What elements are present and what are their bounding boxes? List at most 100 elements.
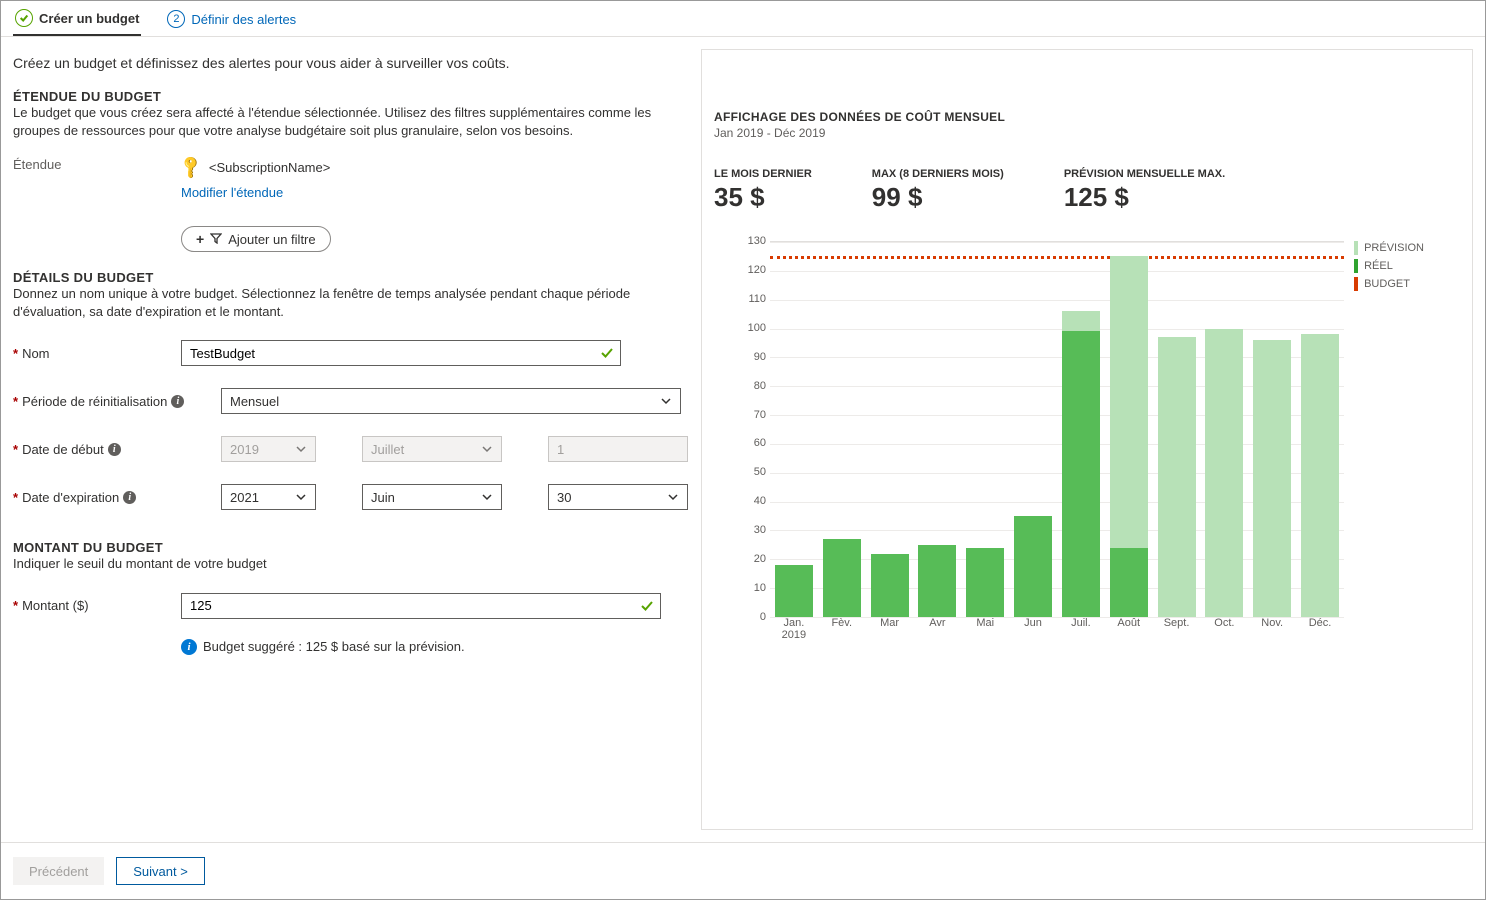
bar-real xyxy=(871,554,909,617)
bar-real xyxy=(775,565,813,617)
y-tick-label: 90 xyxy=(726,351,766,363)
check-icon xyxy=(15,9,33,27)
details-heading: DÉTAILS DU BUDGET xyxy=(13,270,689,285)
filter-icon xyxy=(210,232,222,247)
preview-title: AFFICHAGE DES DONNÉES DE COÛT MENSUEL xyxy=(714,110,1460,124)
plus-icon: + xyxy=(196,231,204,247)
tab-define-alerts[interactable]: 2 Définir des alertes xyxy=(165,1,298,36)
x-tick-label: Jun xyxy=(1014,617,1052,641)
end-year-select[interactable]: 2021 xyxy=(221,484,316,510)
x-tick-label: Déc. xyxy=(1301,617,1339,641)
bar-real xyxy=(966,548,1004,617)
y-tick-label: 60 xyxy=(726,437,766,449)
swatch-forecast xyxy=(1354,241,1358,255)
reset-label: Période de réinitialisation xyxy=(22,394,167,409)
x-tick-label: Avr xyxy=(918,617,956,641)
info-icon[interactable]: i xyxy=(108,443,121,456)
end-day-select[interactable]: 30 xyxy=(548,484,688,510)
bar-real xyxy=(1062,331,1100,617)
add-filter-label: Ajouter un filtre xyxy=(228,232,315,247)
x-tick-label: Août xyxy=(1110,617,1148,641)
x-tick-label: Fèv. xyxy=(823,617,861,641)
name-input[interactable] xyxy=(181,340,621,366)
bar-group xyxy=(1062,242,1100,617)
wizard-footer: Précédent Suivant > xyxy=(1,842,1485,899)
stat-max-label: MAX (8 DERNIERS MOIS) xyxy=(872,168,1004,180)
chevron-down-icon xyxy=(295,443,307,455)
stat-forecast-value: 125 $ xyxy=(1064,182,1225,213)
end-month-select[interactable]: Juin xyxy=(362,484,502,510)
name-label: Nom xyxy=(22,346,49,361)
start-label: Date de début xyxy=(22,442,104,457)
amount-heading: MONTANT DU BUDGET xyxy=(13,540,689,555)
info-icon[interactable]: i xyxy=(123,491,136,504)
bar-group xyxy=(966,242,1004,617)
y-tick-label: 20 xyxy=(726,553,766,565)
y-tick-label: 0 xyxy=(726,611,766,623)
y-tick-label: 40 xyxy=(726,495,766,507)
chevron-down-icon xyxy=(660,395,672,407)
bar-group xyxy=(871,242,909,617)
wizard-tabs: Créer un budget 2 Définir des alertes xyxy=(1,1,1485,37)
cost-chart: PRÉVISION RÉEL BUDGET Jan. 2019Fèv.MarAv… xyxy=(714,241,1344,641)
scope-heading: ÉTENDUE DU BUDGET xyxy=(13,89,689,104)
chevron-down-icon xyxy=(295,491,307,503)
reset-period-value: Mensuel xyxy=(230,394,279,409)
stat-forecast-label: PRÉVISION MENSUELLE MAX. xyxy=(1064,168,1225,180)
tab-create-budget[interactable]: Créer un budget xyxy=(13,1,141,36)
amount-label: Montant ($) xyxy=(22,598,88,613)
bar-forecast xyxy=(1158,337,1196,617)
chart-legend: PRÉVISION RÉEL BUDGET xyxy=(1354,241,1424,291)
bar-group xyxy=(918,242,956,617)
x-tick-label: Nov. xyxy=(1253,617,1291,641)
bar-forecast xyxy=(1205,329,1243,617)
step-number-icon: 2 xyxy=(167,10,185,28)
x-tick-label: Oct. xyxy=(1205,617,1243,641)
add-filter-button[interactable]: + Ajouter un filtre xyxy=(181,226,331,252)
x-tick-label: Mai xyxy=(966,617,1004,641)
info-icon[interactable]: i xyxy=(171,395,184,408)
preview-period: Jan 2019 - Déc 2019 xyxy=(714,126,1460,140)
scope-desc: Le budget que vous créez sera affecté à … xyxy=(13,104,653,139)
bar-group xyxy=(1205,242,1243,617)
stat-last-month-value: 35 $ xyxy=(714,182,812,213)
y-tick-label: 110 xyxy=(726,293,766,305)
scope-label: Étendue xyxy=(13,157,153,252)
bar-group xyxy=(1158,242,1196,617)
details-desc: Donnez un nom unique à votre budget. Sél… xyxy=(13,285,653,320)
y-tick-label: 80 xyxy=(726,380,766,392)
chevron-down-icon xyxy=(667,491,679,503)
required-star: * xyxy=(13,346,18,361)
bar-group xyxy=(1301,242,1339,617)
amount-desc: Indiquer le seuil du montant de votre bu… xyxy=(13,555,653,573)
bar-group xyxy=(1110,242,1148,617)
key-icon: 🔑 xyxy=(177,153,205,181)
tab-create-budget-label: Créer un budget xyxy=(39,11,139,26)
chevron-down-icon xyxy=(481,491,493,503)
reset-period-select[interactable]: Mensuel xyxy=(221,388,681,414)
stat-last-month-label: LE MOIS DERNIER xyxy=(714,168,812,180)
y-tick-label: 130 xyxy=(726,235,766,247)
intro-text: Créez un budget et définissez des alerte… xyxy=(13,55,689,71)
form-pane: Créez un budget et définissez des alerte… xyxy=(1,37,701,842)
modify-scope-link[interactable]: Modifier l'étendue xyxy=(181,185,331,200)
swatch-budget xyxy=(1354,277,1358,291)
bar-real xyxy=(823,539,861,617)
y-tick-label: 100 xyxy=(726,322,766,334)
x-tick-label: Juil. xyxy=(1062,617,1100,641)
y-tick-label: 30 xyxy=(726,524,766,536)
start-day-input xyxy=(548,436,688,462)
next-button[interactable]: Suivant > xyxy=(116,857,205,885)
y-tick-label: 50 xyxy=(726,466,766,478)
amount-input[interactable] xyxy=(181,593,661,619)
bar-group xyxy=(823,242,861,617)
y-tick-label: 120 xyxy=(726,264,766,276)
amount-suggestion: Budget suggéré : 125 $ basé sur la prévi… xyxy=(203,639,465,654)
swatch-real xyxy=(1354,259,1358,273)
x-tick-label: Jan. 2019 xyxy=(775,617,813,641)
bar-real xyxy=(918,545,956,617)
bar-real xyxy=(1110,548,1148,617)
preview-pane: AFFICHAGE DES DONNÉES DE COÛT MENSUEL Ja… xyxy=(701,49,1473,830)
bar-forecast xyxy=(1301,334,1339,617)
bar-group xyxy=(775,242,813,617)
